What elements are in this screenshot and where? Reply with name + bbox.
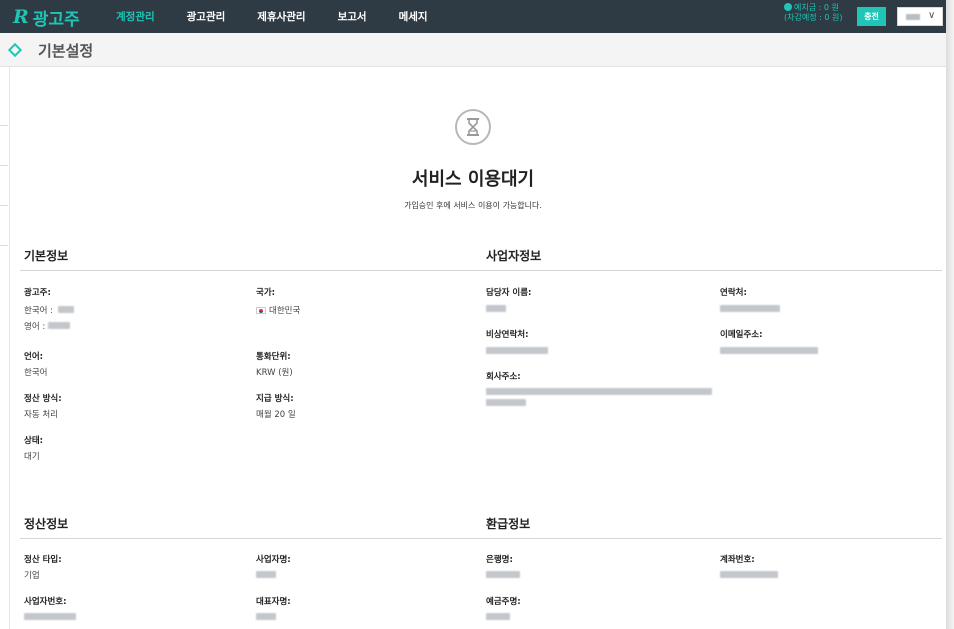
refund-info-title: 환급정보	[486, 517, 531, 531]
settlement-info-title: 정산정보	[24, 517, 69, 531]
deposit-pending: (차감예정 : 0 원)	[784, 13, 843, 22]
chevron-down-icon: ∨	[928, 10, 936, 21]
settle-type-value: 기업	[24, 571, 40, 581]
payment-method-value: 매월 20 일	[256, 410, 296, 420]
nav-item-account[interactable]: 계정관리	[116, 9, 155, 24]
nav-item-partners[interactable]: 제휴사관리	[257, 9, 305, 24]
settle-type-label: 정산 타입:	[24, 555, 62, 565]
korea-flag-icon	[256, 307, 266, 314]
holder-label: 예금주명:	[486, 597, 521, 607]
bank-redacted	[486, 571, 520, 578]
currency-value: KRW (원)	[256, 368, 293, 378]
account-label: 계좌번호:	[720, 555, 755, 565]
logo[interactable]: R 광고주	[13, 6, 80, 30]
settle-method-label: 정산 방식:	[24, 394, 62, 404]
divider	[0, 165, 8, 166]
currency-label: 통화단위:	[256, 352, 291, 362]
logo-mark-icon: R	[13, 6, 29, 28]
payment-method-label: 지급 방식:	[256, 394, 294, 404]
status-title: 서비스 이용대기	[411, 169, 535, 190]
basic-info-title: 기본정보	[24, 249, 69, 263]
state-value: 대기	[24, 452, 40, 462]
page-title: 기본설정	[38, 42, 94, 60]
language-value: 한국어	[24, 368, 48, 378]
divider	[0, 245, 8, 246]
state-label: 상태:	[24, 436, 44, 446]
country-value: 대한민국	[256, 304, 300, 316]
deposit-balance: 예치금 : 0 원	[794, 3, 839, 12]
logo-text: 광고주	[32, 9, 80, 30]
main-nav: 계정관리 광고관리 제휴사관리 보고서 메세지	[116, 0, 460, 33]
divider	[20, 538, 480, 539]
charge-button[interactable]: 충전	[857, 7, 886, 26]
business-info-title: 사업자정보	[486, 249, 542, 263]
advertiser-en-prefix: 영어 :	[24, 322, 46, 332]
top-nav-bar: R 광고주 계정관리 광고관리 제휴사관리 보고서 메세지 예치금 : 0 원 …	[0, 0, 946, 33]
email-label: 이메일주소:	[720, 330, 763, 340]
language-select[interactable]: ∨	[897, 7, 943, 26]
biz-no-label: 사업자번호:	[24, 597, 67, 607]
biz-name-label: 사업자명:	[256, 555, 291, 565]
address-line1-redacted	[486, 388, 712, 395]
email-value-redacted	[720, 347, 818, 354]
advertiser-label: 광고주:	[24, 288, 51, 298]
advertiser-en-redacted	[48, 322, 70, 329]
country-name: 대한민국	[269, 306, 301, 316]
nav-item-ads[interactable]: 광고관리	[187, 9, 226, 24]
diamond-icon	[7, 42, 23, 58]
side-panel-edge	[0, 67, 10, 629]
main-content: 서비스 이용대기 가입승인 후에 서비스 이용이 가능합니다. 기본정보 광고주…	[10, 67, 946, 629]
divider	[480, 538, 942, 539]
window-edge	[946, 0, 954, 629]
deposit-info: 예치금 : 0 원 (차감예정 : 0 원)	[784, 3, 850, 23]
ceo-label: 대표자명:	[256, 597, 291, 607]
divider	[0, 125, 8, 126]
advertiser-ko-redacted	[58, 306, 74, 313]
manager-label: 담당자 이름:	[486, 288, 532, 298]
manager-value-redacted	[486, 305, 506, 312]
coin-icon	[784, 3, 792, 11]
address-label: 회사주소:	[486, 372, 521, 382]
divider	[0, 205, 8, 206]
page-header: 기본설정	[0, 33, 946, 67]
bank-label: 은행명:	[486, 555, 513, 565]
status-description: 가입승인 후에 서비스 이용이 가능합니다.	[404, 201, 542, 210]
nav-item-messages[interactable]: 메세지	[399, 9, 428, 24]
nav-item-reports[interactable]: 보고서	[338, 9, 367, 24]
holder-redacted	[486, 613, 510, 620]
language-label: 언어:	[24, 352, 44, 362]
contact-value-redacted	[720, 305, 780, 312]
emergency-contact-redacted	[486, 347, 548, 354]
divider	[480, 270, 942, 271]
advertiser-ko-prefix: 한국어 :	[24, 306, 54, 316]
biz-no-redacted	[24, 613, 76, 620]
contact-label: 연락처:	[720, 288, 747, 298]
ceo-redacted	[256, 613, 276, 620]
hourglass-icon	[455, 109, 491, 145]
address-line2-redacted	[486, 399, 526, 406]
language-value-redacted	[906, 14, 920, 20]
settle-method-value: 자동 처리	[24, 410, 58, 420]
account-redacted	[720, 571, 778, 578]
country-label: 국가:	[256, 288, 276, 298]
biz-name-redacted	[256, 571, 276, 578]
emergency-contact-label: 비상연락처:	[486, 330, 529, 340]
divider	[20, 270, 480, 271]
